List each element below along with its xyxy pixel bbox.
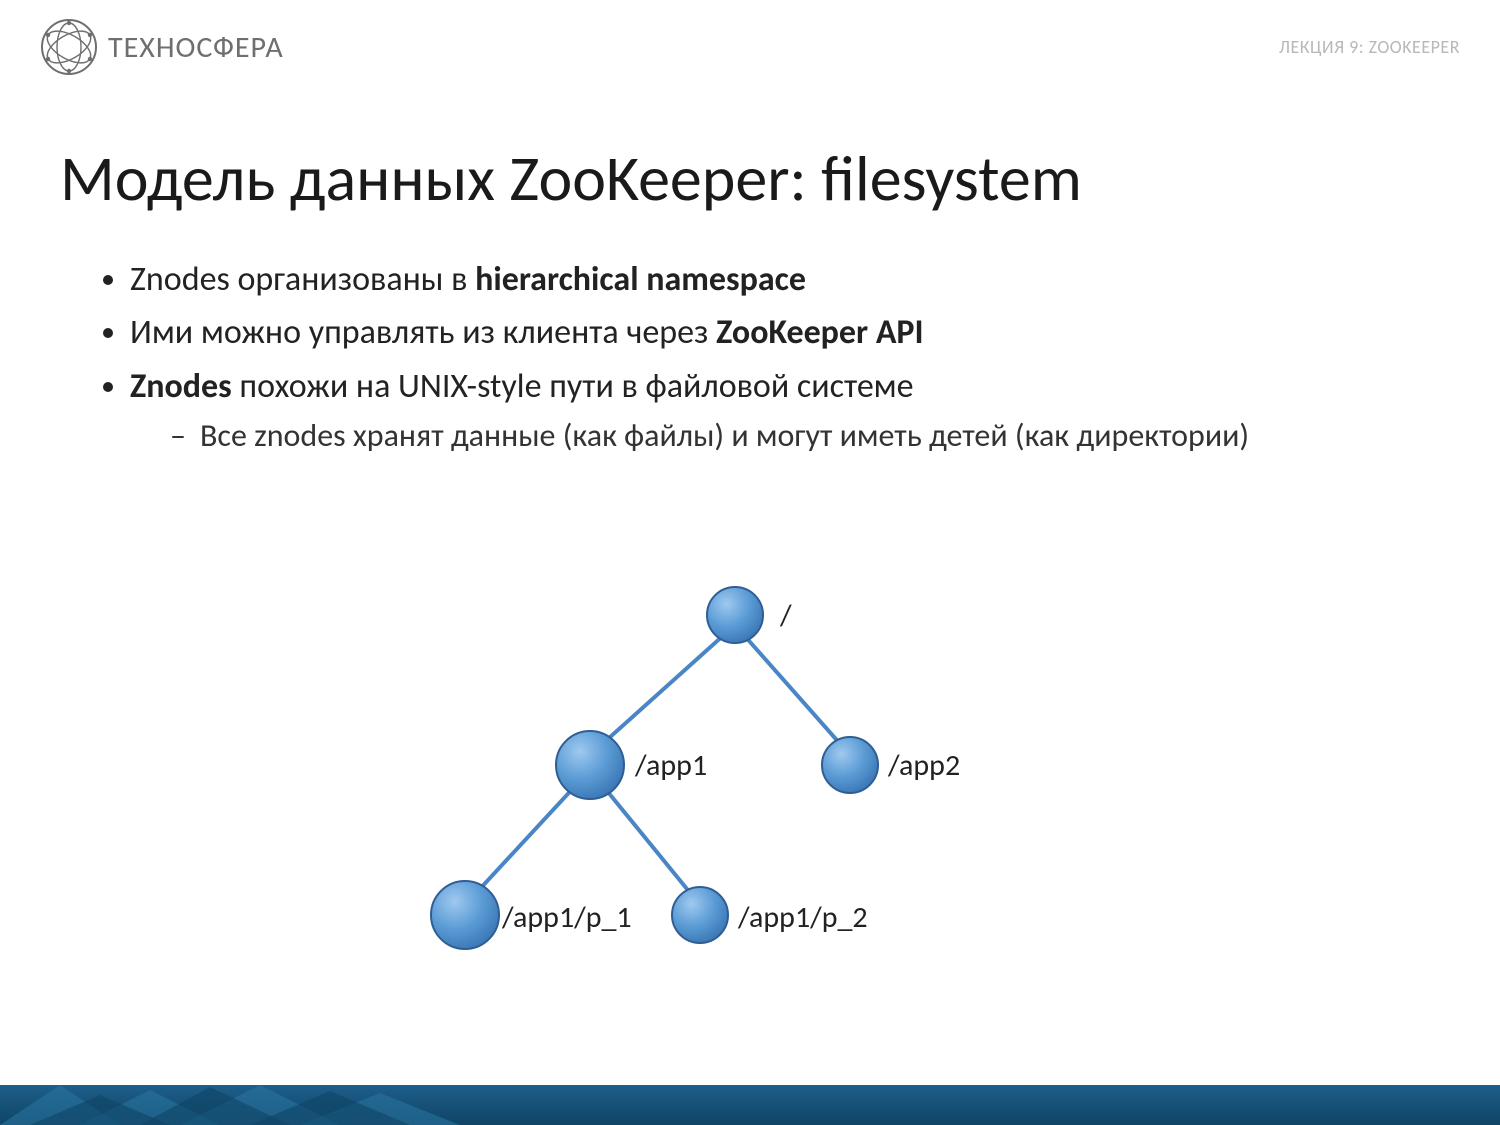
bullet-2-bold: ZooKeeper API <box>716 312 924 353</box>
znode-tree-diagram: / /app1 /app2 /app1/p_1 /app1/p_2 <box>380 570 1120 990</box>
bullet-1-text: Znodes организованы в <box>130 259 475 300</box>
bullet-3: Znodes похожи на UNIX-style пути в файло… <box>130 362 1440 460</box>
tree-node-root <box>707 587 763 643</box>
tree-label-root: / <box>779 597 792 634</box>
bullet-3-text: похожи на UNIX-style пути в файловой сис… <box>232 366 914 407</box>
header: ТЕХНОСФЕРА ЛЕКЦИЯ 9: ZOOKEEPER <box>40 18 1460 76</box>
logo: ТЕХНОСФЕРА <box>40 18 284 76</box>
tree-label-app1: /app1 <box>634 747 707 784</box>
lecture-label: ЛЕКЦИЯ 9: ZOOKEEPER <box>1279 36 1460 58</box>
footer-band <box>0 1085 1500 1125</box>
bullet-3-sub: Все znodes хранят данные (как файлы) и м… <box>170 413 1440 459</box>
tree-node-app1 <box>556 731 624 799</box>
tree-label-app2: /app2 <box>887 747 960 784</box>
tree-label-p2: /app1/p_2 <box>737 899 868 936</box>
tree-node-app2 <box>822 737 878 793</box>
logo-icon <box>40 18 98 76</box>
bullet-1-bold: hierarchical namespace <box>475 259 806 300</box>
tree-label-p1: /app1/p_1 <box>501 899 632 936</box>
bullet-2: Ими можно управлять из клиента через Zoo… <box>130 308 1440 357</box>
bullet-3-bold: Znodes <box>130 366 232 407</box>
bullet-1: Znodes организованы в hierarchical names… <box>130 255 1440 304</box>
tree-node-p2 <box>672 887 728 943</box>
brand-text: ТЕХНОСФЕРА <box>108 29 284 66</box>
slide: { "header": { "brand": "ТЕХНОСФЕРА", "le… <box>0 0 1500 1125</box>
bullet-list: Znodes организованы в hierarchical names… <box>90 255 1440 463</box>
tree-node-p1 <box>431 881 499 949</box>
bullet-2-text: Ими можно управлять из клиента через <box>130 312 716 353</box>
slide-title: Модель данных ZooKeeper: filesystem <box>60 140 1082 218</box>
